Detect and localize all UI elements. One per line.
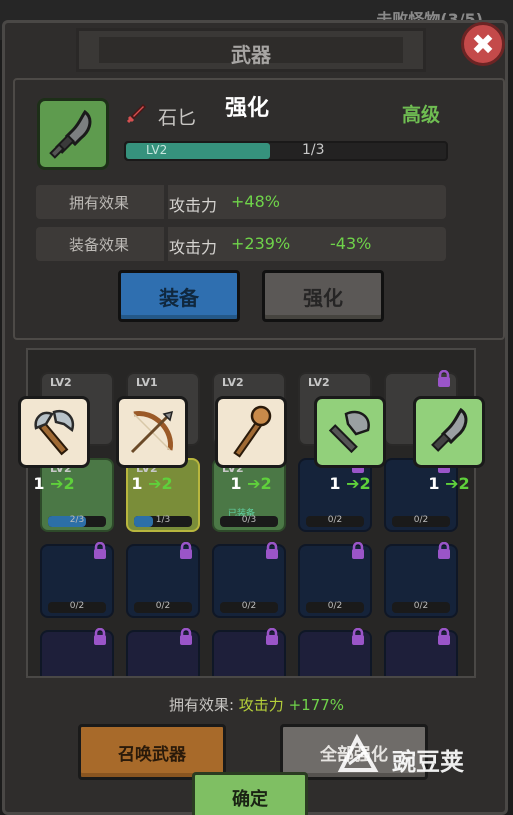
weapon-slot[interactable] (298, 628, 372, 676)
weapon-level: LV2 (146, 143, 168, 157)
slot-progress: 1/3 (134, 515, 192, 527)
slot-level: LV2 (222, 376, 244, 389)
weapon-slot[interactable] (212, 628, 286, 676)
progress-count: 1/3 (302, 142, 325, 158)
equip-button[interactable]: 装备 (118, 270, 240, 322)
watermark-text: 豌豆荚 (392, 748, 464, 776)
arrow-right-icon: ➔ (439, 474, 459, 493)
owned-effect-row: 拥有效果 攻击力 +48% (36, 185, 446, 219)
slot-progress: 0/2 (48, 601, 106, 613)
lock-icon (180, 628, 192, 645)
effect-label: 拥有效果 (68, 194, 129, 212)
slot-progress: 0/2 (306, 601, 364, 613)
card-level-change: 1 ➔2 (33, 474, 75, 493)
weapon-slot[interactable]: 0/2 (384, 542, 458, 618)
arrow-right-icon: ➔ (44, 474, 64, 493)
selected-weapon-icon (37, 98, 109, 170)
weapon-slot[interactable]: LV2 1/3 (126, 458, 200, 532)
stone-axe-icon (328, 410, 370, 454)
slot-level: LV2 (308, 376, 330, 389)
dialog-title-bar: 武器 (76, 28, 426, 72)
slot-progress: 0/2 (392, 601, 450, 613)
lock-icon (266, 542, 278, 559)
lock-icon (94, 542, 106, 559)
staff-icon (233, 405, 272, 458)
effect-stat: 攻击力 (169, 238, 218, 257)
sword-icon (126, 103, 147, 124)
upgrade-card-staff (215, 396, 287, 468)
lock-icon (438, 628, 450, 645)
weapon-slot[interactable]: 0/2 (384, 456, 458, 532)
weapon-progress-bar: LV2 1/3 (124, 141, 448, 161)
weapon-slot[interactable]: 0/2 (298, 456, 372, 532)
slot-progress: 0/2 (392, 515, 450, 527)
effect-label: 装备效果 (68, 236, 129, 254)
owned-effect-summary: 拥有效果: 攻击力 +177% (168, 696, 345, 714)
weapon-slot[interactable] (40, 628, 114, 676)
stone-dagger-icon (49, 109, 92, 159)
close-icon: ✖ (471, 27, 495, 61)
slot-level: LV1 (136, 376, 158, 389)
lock-icon (266, 628, 278, 645)
weapon-slot[interactable]: 0/2 (298, 542, 372, 618)
weapon-grade: 高级 (402, 104, 441, 126)
slot-progress: 0/2 (306, 515, 364, 527)
effect-value: +48% (231, 192, 280, 211)
upgrade-card-axe (18, 396, 90, 468)
arrow-right-icon: ➔ (241, 474, 261, 493)
effect-extra-value: -43% (330, 234, 372, 253)
weapon-slot[interactable] (126, 628, 200, 676)
enhance-title: 强化 (225, 96, 270, 121)
weapon-slot[interactable]: 0/2 (126, 542, 200, 618)
equip-effect-row: 装备效果 攻击力 +239% -43% (36, 227, 446, 261)
weapon-slot[interactable]: 0/2 (212, 542, 286, 618)
arrow-right-icon: ➔ (142, 474, 162, 493)
upgrade-card-bow (116, 396, 188, 468)
lock-icon (438, 370, 450, 387)
weapon-slot[interactable]: LV2 2/3 (40, 458, 114, 532)
close-button[interactable]: ✖ (461, 22, 505, 66)
weapon-name: 石匕 (158, 107, 197, 129)
dialog-title: 武器 (231, 43, 271, 67)
upgrade-card-stone-dagger (413, 396, 485, 468)
card-level-change: 1 ➔2 (131, 474, 173, 493)
slot-progress: 2/3 (48, 515, 106, 527)
lock-icon (180, 542, 192, 559)
card-level-change: 1 ➔2 (428, 474, 470, 493)
effect-stat: 攻击力 (169, 196, 218, 215)
weapon-slot[interactable]: 0/2 (40, 542, 114, 618)
confirm-button[interactable]: 确定 (192, 772, 308, 815)
lock-icon (352, 542, 364, 559)
slot-progress: 0/2 (220, 601, 278, 613)
arrow-right-icon: ➔ (340, 474, 360, 493)
stone-dagger-icon (431, 407, 468, 452)
slot-level: LV2 (50, 376, 72, 389)
upgrade-card-stone-axe (314, 396, 386, 468)
lock-icon (94, 628, 106, 645)
slot-progress: 0/2 (134, 601, 192, 613)
weapon-slot[interactable]: LV2 已装备 0/3 (212, 458, 286, 532)
bow-icon (130, 410, 174, 454)
effect-value: +239% (231, 234, 291, 253)
card-level-change: 1 ➔2 (230, 474, 272, 493)
axe-icon (34, 409, 75, 456)
lock-icon (352, 628, 364, 645)
weapon-slot[interactable] (384, 628, 458, 676)
upgrade-button[interactable]: 强化 (262, 270, 384, 322)
slot-progress: 0/3 (220, 515, 278, 527)
card-level-change: 1 ➔2 (329, 474, 371, 493)
lock-icon (438, 542, 450, 559)
